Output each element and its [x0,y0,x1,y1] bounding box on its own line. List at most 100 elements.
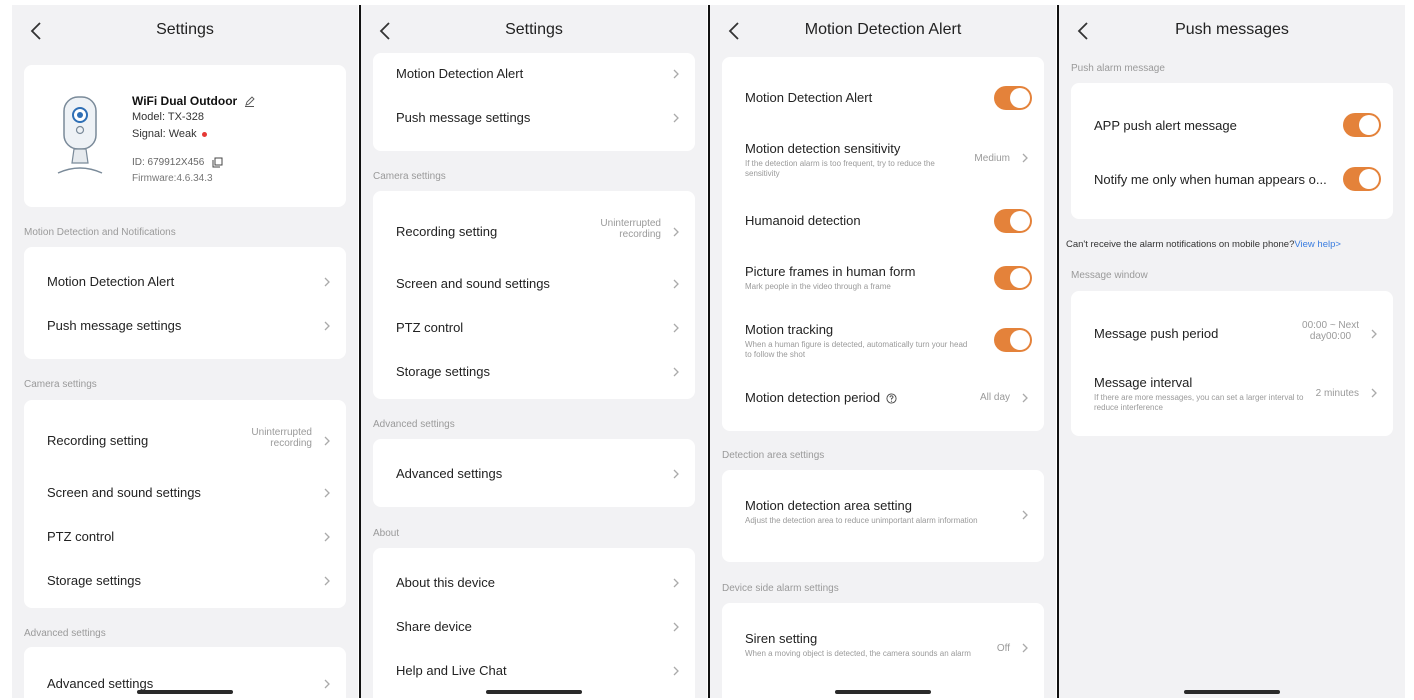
humanoid-detection-toggle[interactable] [994,209,1032,233]
setting-label: Siren setting [745,631,818,646]
chevron-right-icon [324,321,330,331]
menu-item-recording-setting[interactable]: Recording setting Uninterrupted recordin… [373,207,695,253]
picture-frames-toggle[interactable] [994,266,1032,290]
menu-item-about-this-device[interactable]: About this device [373,560,695,604]
recording-value-line-1: Uninterrupted [251,427,312,438]
menu-item-screen-and-sound-settings[interactable]: Screen and sound settings [24,470,346,514]
section-camera-settings: Camera settings [24,379,97,390]
menu-item-label: About this device [396,575,496,590]
menu-item-motion-detection-alert[interactable]: Motion Detection Alert [373,53,695,97]
menu-item-push-message-settings[interactable]: Push message settings [373,97,695,141]
chevron-right-icon [324,488,330,498]
menu-item-label: PTZ control [396,320,464,335]
chevron-right-icon [1371,388,1377,398]
menu-item-motion-detection-alert[interactable]: Motion Detection Alert [24,259,346,303]
section-advanced-settings: Advanced settings [24,628,106,639]
menu-item-advanced-settings[interactable]: Advanced settings [373,451,695,495]
recording-value: Uninterrupted recording [251,427,312,449]
recording-value-line-2: recording [270,438,312,449]
menu-item-ptz-control[interactable]: PTZ control [24,514,346,558]
menu-item-storage-settings[interactable]: Storage settings [373,349,695,393]
setting-description: When a human figure is detected, automat… [745,340,968,359]
motion-card: Motion Detection Alert Push message sett… [373,53,695,151]
menu-item-label: Push message settings [47,318,182,333]
setting-notify-human-only: Notify me only when human appears o... [1071,155,1393,201]
setting-picture-frames: Picture frames in human form Mark people… [722,252,1044,304]
page-title: Settings [156,21,214,38]
toggle-knob [1359,169,1379,189]
menu-item-screen-and-sound-settings[interactable]: Screen and sound settings [373,261,695,305]
menu-item-push-message-settings[interactable]: Push message settings [24,303,346,347]
menu-item-label: Advanced settings [47,676,154,691]
app-push-alert-toggle[interactable] [1343,113,1381,137]
section-message-window: Message window [1071,270,1148,281]
siren-value: Off [996,643,1010,654]
help-circle-icon[interactable] [886,393,897,404]
home-indicator[interactable] [137,690,233,694]
menu-item-share-device[interactable]: Share device [373,604,695,648]
device-id: ID: 679912X456 [132,157,223,168]
chevron-right-icon [673,578,679,588]
home-indicator[interactable] [1184,690,1280,694]
setting-label: Motion Detection Alert [745,90,873,105]
menu-item-recording-setting[interactable]: Recording setting Uninterrupted recordin… [24,416,346,462]
menu-item-label: Motion Detection Alert [396,66,524,81]
setting-label: Motion detection area setting [745,498,912,513]
menu-item-label: Help and Live Chat [396,663,507,678]
detection-area-card: Motion detection area setting Adjust the… [722,470,1044,562]
nav-bar: Motion Detection Alert [710,5,1056,61]
setting-description: When a moving object is detected, the ca… [745,649,971,658]
home-indicator[interactable] [835,690,931,694]
menu-item-label: Push message settings [396,110,531,125]
menu-item-motion-detection-sensitivity[interactable]: Motion detection sensitivity If the dete… [722,127,1044,189]
motion-detection-alert-screen: Motion Detection Alert Motion Detection … [710,5,1056,698]
setting-label: Message push period [1094,326,1219,341]
chevron-right-icon [673,323,679,333]
menu-item-message-interval[interactable]: Message interval If there are more messa… [1071,367,1393,423]
section-camera-settings: Camera settings [373,171,446,182]
signal-value: Weak [168,128,197,140]
view-help-link[interactable]: View help> [1294,239,1341,250]
menu-item-help-and-live-chat[interactable]: Help and Live Chat [373,648,695,692]
chevron-right-icon [673,666,679,676]
setting-description: If there are more messages, you can set … [1094,393,1304,412]
menu-item-motion-detection-period[interactable]: Motion detection period All day [722,375,1044,419]
setting-label: Motion detection sensitivity [745,141,901,156]
nav-bar: Push messages [1059,5,1405,61]
toggle-knob [1010,88,1030,108]
about-card: About this device Share device Help and … [373,548,695,698]
menu-item-storage-settings[interactable]: Storage settings [24,558,346,602]
message-window-card: Message push period 00:00 ~ Next day00:0… [1071,291,1393,436]
menu-item-label: Recording setting [396,224,498,239]
device-name: WiFi Dual Outdoor [132,94,255,108]
motion-detection-alert-toggle[interactable] [994,86,1032,110]
chevron-right-icon [673,69,679,79]
chevron-right-icon [673,469,679,479]
push-messages-screen: Push messages Push alarm message APP pus… [1059,5,1405,698]
chevron-right-icon [673,279,679,289]
notify-human-toggle[interactable] [1343,167,1381,191]
menu-item-ptz-control[interactable]: PTZ control [373,305,695,349]
recording-value-line-2: recording [619,229,661,240]
menu-item-motion-detection-area[interactable]: Motion detection area setting Adjust the… [722,488,1044,544]
motion-tracking-toggle[interactable] [994,328,1032,352]
device-signal: Signal: Weak [132,128,207,140]
push-period-value: 00:00 ~ Next day00:00 [1302,320,1359,342]
chevron-right-icon [1022,153,1028,163]
menu-item-siren-setting[interactable]: Siren setting When a moving object is de… [722,621,1044,677]
chevron-right-icon [673,113,679,123]
copy-icon[interactable] [212,157,223,168]
toggle-knob [1010,268,1030,288]
setting-description: Adjust the detection area to reduce unim… [745,516,978,525]
home-indicator[interactable] [486,690,582,694]
recording-value-line-1: Uninterrupted [600,218,661,229]
advanced-card: Advanced settings [373,439,695,507]
menu-item-message-push-period[interactable]: Message push period 00:00 ~ Next day00:0… [1071,309,1393,355]
toggle-knob [1359,115,1379,135]
toggle-knob [1010,330,1030,350]
push-period-value-line-1: 00:00 ~ Next [1302,320,1359,331]
menu-item-label: Motion Detection Alert [47,274,175,289]
menu-item-label: Advanced settings [396,466,503,481]
edit-icon[interactable] [244,96,255,108]
device-info-card[interactable]: WiFi Dual Outdoor Model: TX-328 Signal: … [24,65,346,207]
